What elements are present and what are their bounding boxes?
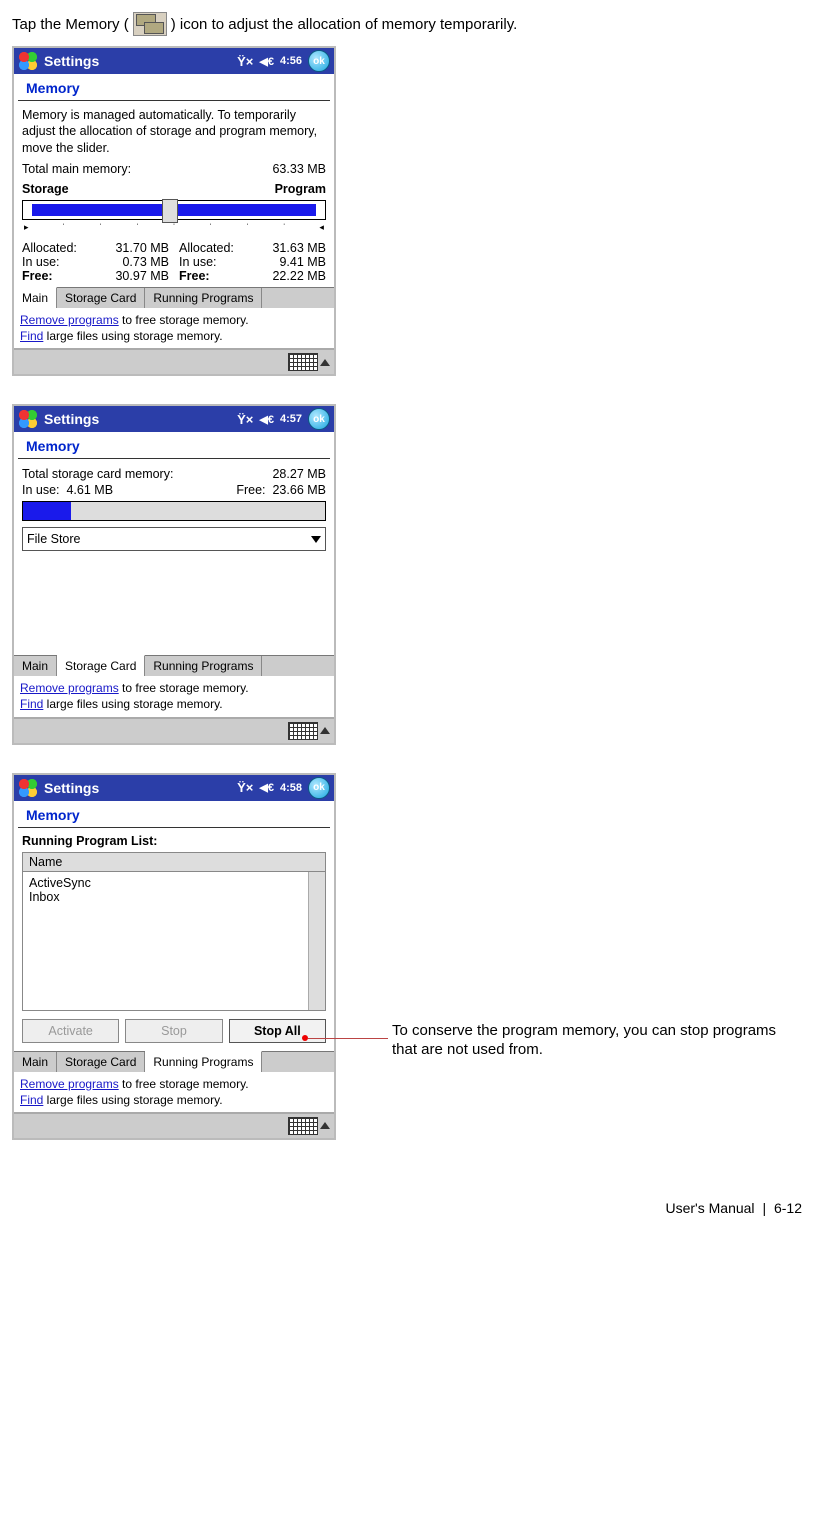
callout-line [308, 1038, 388, 1039]
tab-main[interactable]: Main [14, 287, 57, 308]
stop-all-button[interactable]: Stop All [229, 1019, 326, 1043]
start-flag-icon[interactable] [18, 409, 38, 429]
screenshot-running-programs: Settings Ÿ× ◀€ 4:58 ok Memory Running Pr… [12, 773, 336, 1140]
speaker-icon: ◀€ [259, 781, 274, 794]
tab-bar: Main Storage Card Running Programs [14, 1051, 334, 1072]
start-flag-icon[interactable] [18, 778, 38, 798]
hint-area: Remove programs to free storage memory. … [14, 1072, 334, 1112]
intro-after: ) icon to adjust the allocation of memor… [171, 16, 518, 33]
tab-storage-card[interactable]: Storage Card [57, 288, 145, 308]
tab-storage-card[interactable]: Storage Card [57, 655, 145, 676]
clock: 4:56 [280, 55, 302, 67]
titlebar-title: Settings [44, 411, 231, 427]
stop-button[interactable]: Stop [125, 1019, 222, 1043]
remove-programs-link[interactable]: Remove programs [20, 313, 119, 327]
titlebar: Settings Ÿ× ◀€ 4:56 ok [14, 48, 334, 74]
speaker-icon: ◀€ [259, 413, 274, 426]
tab-bar: Main Storage Card Running Programs [14, 287, 334, 308]
storage-column: Allocated:31.70 MB In use:0.73 MB Free:3… [22, 241, 169, 283]
clock: 4:57 [280, 413, 302, 425]
sip-arrow-icon[interactable] [320, 1122, 330, 1129]
tab-storage-card[interactable]: Storage Card [57, 1052, 145, 1072]
storage-inuse: 0.73 MB [122, 255, 169, 269]
total-card-label: Total storage card memory: [22, 467, 173, 481]
page-title: Memory [18, 432, 330, 459]
find-link[interactable]: Find [20, 1093, 43, 1107]
ok-button[interactable]: ok [308, 408, 330, 430]
sip-arrow-icon[interactable] [320, 359, 330, 366]
storage-allocated: 31.70 MB [115, 241, 169, 255]
usage-bar [22, 501, 326, 521]
sip-bar [14, 717, 334, 743]
sip-arrow-icon[interactable] [320, 727, 330, 734]
callout-text: To conserve the program memory, you can … [392, 1021, 792, 1060]
keyboard-icon[interactable] [288, 353, 318, 371]
intro-before: Tap the Memory ( [12, 16, 129, 33]
storage-dropdown[interactable]: File Store [22, 527, 326, 551]
tab-running-programs[interactable]: Running Programs [145, 656, 262, 676]
program-allocated: 31.63 MB [272, 241, 326, 255]
tab-main[interactable]: Main [14, 656, 57, 676]
keyboard-icon[interactable] [288, 1117, 318, 1135]
storage-free: 30.97 MB [115, 269, 169, 283]
running-program-list[interactable]: ActiveSync Inbox [22, 872, 326, 1011]
remove-programs-link[interactable]: Remove programs [20, 681, 119, 695]
titlebar: Settings Ÿ× ◀€ 4:58 ok [14, 775, 334, 801]
speaker-icon: ◀€ [259, 55, 274, 68]
list-item[interactable]: ActiveSync [29, 876, 319, 890]
find-link[interactable]: Find [20, 329, 43, 343]
tab-bar: Main Storage Card Running Programs [14, 655, 334, 676]
clock: 4:58 [280, 782, 302, 794]
tab-main[interactable]: Main [14, 1052, 57, 1072]
sip-bar [14, 1112, 334, 1138]
ok-button[interactable]: ok [308, 50, 330, 72]
total-card-value: 28.27 MB [272, 467, 326, 481]
memory-icon [133, 12, 167, 36]
tab-running-programs[interactable]: Running Programs [145, 1051, 262, 1072]
find-link[interactable]: Find [20, 697, 43, 711]
activate-button[interactable]: Activate [22, 1019, 119, 1043]
running-list-header: Running Program List: [14, 828, 334, 852]
total-memory-value: 63.33 MB [272, 162, 326, 176]
intro-text: Tap the Memory ( ) icon to adjust the al… [12, 12, 806, 36]
ok-button[interactable]: ok [308, 777, 330, 799]
titlebar-title: Settings [44, 780, 231, 796]
storage-label: Storage [22, 182, 69, 196]
card-inuse: 4.61 MB [66, 483, 113, 497]
remove-programs-link[interactable]: Remove programs [20, 1077, 119, 1091]
card-free: 23.66 MB [272, 483, 326, 497]
total-memory-label: Total main memory: [22, 162, 131, 176]
instruction-text: Memory is managed automatically. To temp… [22, 107, 326, 156]
dropdown-value: File Store [27, 532, 81, 546]
titlebar: Settings Ÿ× ◀€ 4:57 ok [14, 406, 334, 432]
footer-page: 6-12 [774, 1200, 802, 1216]
footer-manual: User's Manual [666, 1200, 755, 1216]
tab-running-programs[interactable]: Running Programs [145, 288, 262, 308]
screenshot-storage-card: Settings Ÿ× ◀€ 4:57 ok Memory Total stor… [12, 404, 336, 744]
page-title: Memory [18, 801, 330, 828]
slider-ticks: ▸ˈˈˈˈˈˈˈ◂ [22, 222, 326, 233]
program-free: 22.22 MB [272, 269, 326, 283]
column-header-name[interactable]: Name [22, 852, 326, 872]
hint-area: Remove programs to free storage memory. … [14, 676, 334, 716]
keyboard-icon[interactable] [288, 722, 318, 740]
memory-slider[interactable] [22, 200, 326, 220]
program-inuse: 9.41 MB [279, 255, 326, 269]
hint-area: Remove programs to free storage memory. … [14, 308, 334, 348]
list-item[interactable]: Inbox [29, 890, 319, 904]
signal-icon: Ÿ× [237, 412, 253, 427]
program-column: Allocated:31.63 MB In use:9.41 MB Free:2… [179, 241, 326, 283]
screenshot-memory-main: Settings Ÿ× ◀€ 4:56 ok Memory Memory is … [12, 46, 336, 376]
signal-icon: Ÿ× [237, 54, 253, 69]
program-label: Program [275, 182, 326, 196]
scrollbar[interactable] [308, 872, 325, 1010]
titlebar-title: Settings [44, 53, 231, 69]
start-flag-icon[interactable] [18, 51, 38, 71]
chevron-down-icon [311, 536, 321, 543]
page-title: Memory [18, 74, 330, 101]
sip-bar [14, 348, 334, 374]
signal-icon: Ÿ× [237, 780, 253, 795]
page-footer: User's Manual | 6-12 [12, 1200, 806, 1216]
